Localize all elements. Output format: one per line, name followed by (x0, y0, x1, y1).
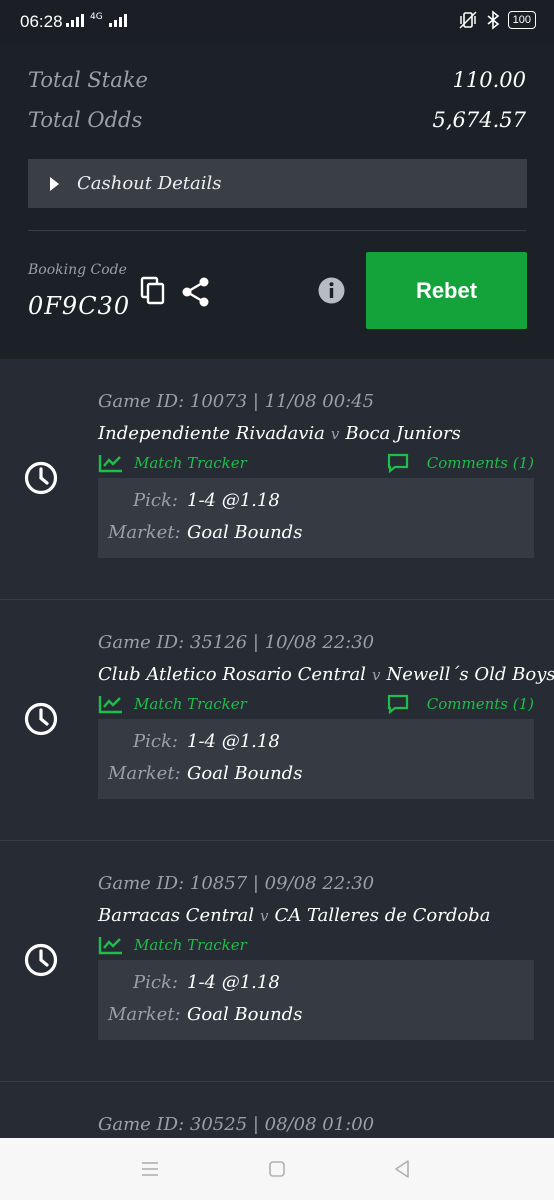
game-item: Game ID: 30525 | 08/08 01:00 (0, 1082, 554, 1138)
match-tracker-link[interactable]: Match Tracker (98, 935, 247, 955)
cashout-details-toggle[interactable]: Cashout Details (28, 159, 527, 208)
total-odds-row: Total Odds 5,674.57 (28, 108, 526, 132)
back-icon[interactable] (393, 1159, 411, 1179)
match-tracker-label: Match Tracker (134, 936, 247, 954)
vs-label: v (260, 907, 269, 925)
menu-icon[interactable] (140, 1160, 160, 1178)
game-id: Game ID: 30525 | 08/08 01:00 (98, 1114, 375, 1135)
match-tracker-label: Match Tracker (134, 695, 247, 713)
pick-label: Pick: (133, 972, 178, 993)
clock-icon (24, 461, 58, 495)
match-tracker-label: Match Tracker (134, 454, 247, 472)
comments-label: Comments (1) (426, 454, 534, 472)
line-chart-icon (98, 696, 122, 714)
vs-label: v (371, 666, 381, 684)
booking-code-label: Booking Code (28, 262, 127, 278)
game-id: Game ID: 10073 | 11/08 00:45 (98, 391, 375, 412)
home-team: Barracas Central (98, 905, 255, 926)
market-value: Goal Bounds (187, 1004, 303, 1025)
game-item: Game ID: 10857 | 09/08 22:30 Barracas Ce… (0, 841, 554, 1082)
match-teams: Barracas Central v CA Talleres de Cordoba (98, 905, 490, 926)
status-right: 100 (458, 10, 536, 30)
home-team: Independiente Rivadavia (98, 423, 325, 444)
home-team: Club Atletico Rosario Central (98, 664, 366, 685)
total-stake-label: Total Stake (28, 68, 148, 92)
pick-label: Pick: (133, 490, 178, 511)
total-odds-value: 5,674.57 (432, 108, 526, 132)
system-nav-bar (0, 1138, 554, 1200)
pick-label: Pick: (133, 731, 178, 752)
match-tracker-link[interactable]: Match Tracker (98, 694, 247, 714)
signal-icon-2 (108, 13, 127, 27)
pick-value: 1-4 @1.18 (187, 731, 280, 752)
expand-triangle-icon (50, 176, 59, 191)
clock-icon (24, 943, 58, 977)
away-team: Boca Juniors (345, 423, 461, 444)
away-team: CA Talleres de Cordoba (274, 905, 491, 926)
comment-icon (387, 694, 408, 714)
copy-icon[interactable] (140, 276, 168, 306)
comments-label: Comments (1) (426, 695, 534, 713)
comment-icon (387, 453, 408, 473)
pick-value: 1-4 @1.18 (187, 972, 280, 993)
match-tracker-link[interactable]: Match Tracker (98, 453, 247, 473)
signal-indicators: 4G (66, 13, 127, 27)
clock-icon (24, 702, 58, 736)
match-teams: Independiente Rivadavia v Boca Juniors (98, 423, 461, 444)
match-teams: Club Atletico Rosario Central v Newell´s O… (98, 664, 554, 685)
pick-box: Pick: 1-4 @1.18 Market: Goal Bounds (98, 960, 534, 1040)
pick-box: Pick: 1-4 @1.18 Market: Goal Bounds (98, 719, 534, 799)
cashout-details-label: Cashout Details (77, 173, 222, 194)
divider (28, 230, 526, 231)
comments-link[interactable]: Comments (1) (387, 453, 534, 473)
signal-icon (66, 13, 84, 27)
market-label: Market: (108, 522, 181, 543)
total-odds-label: Total Odds (28, 108, 143, 132)
pick-value: 1-4 @1.18 (187, 490, 280, 511)
vibrate-icon (459, 11, 477, 29)
share-icon[interactable] (180, 276, 212, 308)
line-chart-icon (98, 937, 122, 955)
vs-label: v (330, 425, 340, 443)
market-label: Market: (108, 763, 181, 784)
total-stake-row: Total Stake 110.00 (28, 68, 526, 92)
game-item: Game ID: 10073 | 11/08 00:45 Independien… (0, 359, 554, 600)
game-item: Game ID: 35126 | 10/08 22:30 Club Atleti… (0, 600, 554, 841)
line-chart-icon (98, 455, 122, 473)
total-stake-value: 110.00 (452, 68, 526, 92)
away-team: Newell´s Old Boys (386, 664, 554, 685)
info-icon[interactable] (318, 277, 345, 304)
rebet-button[interactable]: Rebet (366, 252, 527, 329)
status-time: 06:28 (20, 12, 63, 31)
booking-code-value: 0F9C30 (28, 292, 131, 320)
status-bar: 06:28 4G 100 (0, 0, 554, 44)
bet-summary: Total Stake 110.00 Total Odds 5,674.57 C… (0, 44, 554, 359)
comments-link[interactable]: Comments (1) (387, 694, 534, 714)
pick-box: Pick: 1-4 @1.18 Market: Goal Bounds (98, 478, 534, 558)
bluetooth-icon (487, 10, 499, 30)
battery-icon: 100 (507, 11, 536, 29)
market-value: Goal Bounds (187, 763, 303, 784)
home-icon[interactable] (268, 1160, 286, 1178)
game-id: Game ID: 35126 | 10/08 22:30 (98, 632, 375, 653)
market-value: Goal Bounds (187, 522, 303, 543)
market-label: Market: (108, 1004, 181, 1025)
network-type: 4G (90, 12, 103, 22)
game-id: Game ID: 10857 | 09/08 22:30 (98, 873, 375, 894)
